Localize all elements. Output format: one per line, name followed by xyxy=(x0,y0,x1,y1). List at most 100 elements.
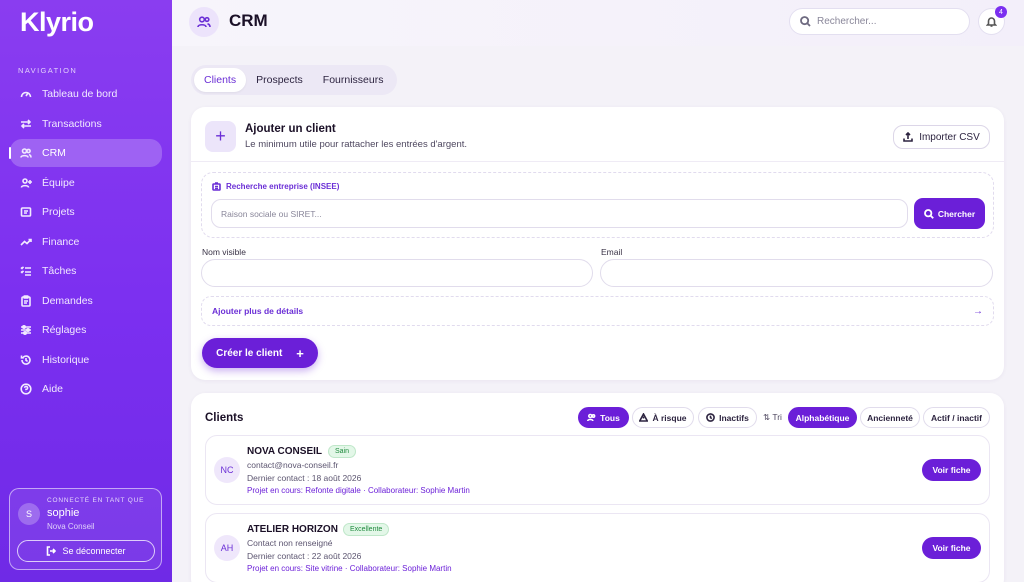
client-last-contact: Dernier contact : 22 août 2026 xyxy=(247,551,362,561)
users-icon xyxy=(20,148,32,158)
user-organization: Nova Conseil xyxy=(47,522,95,531)
search-icon xyxy=(923,208,934,219)
tab-fournisseurs[interactable]: Fournisseurs xyxy=(313,68,394,92)
bell-icon xyxy=(986,17,997,27)
sidebar: Klyrio NAVIGATION Tableau de bord Transa… xyxy=(0,0,172,582)
sidebar-item-tableau-de-bord[interactable]: Tableau de bord xyxy=(10,80,162,108)
crm-tabs: Clients Prospects Fournisseurs xyxy=(191,65,397,95)
client-name: ATELIER HORIZON xyxy=(247,524,338,535)
folder-icon xyxy=(20,207,32,217)
client-last-contact: Dernier contact : 18 août 2026 xyxy=(247,473,362,483)
view-client-button[interactable]: Voir fiche xyxy=(922,537,981,559)
search-input[interactable] xyxy=(817,16,957,27)
filter-at-risk[interactable]: À risque xyxy=(632,407,694,428)
tab-prospects[interactable]: Prospects xyxy=(246,68,313,92)
user-name: sophie xyxy=(47,507,80,519)
create-client-button[interactable]: Créer le client + xyxy=(202,338,318,368)
sidebar-item-label: Demandes xyxy=(42,294,93,307)
sidebar-item-aide[interactable]: Aide xyxy=(10,375,162,403)
history-icon xyxy=(20,354,31,365)
list-item: NC NOVA CONSEIL Sain contact@nova-consei… xyxy=(205,435,990,505)
users-icon xyxy=(197,16,211,28)
filter-inactive[interactable]: Inactifs xyxy=(698,407,757,428)
sort-label: ⇅ Tri xyxy=(763,412,782,423)
client-contact: Contact non renseigné xyxy=(247,538,333,548)
name-field-label: Nom visible xyxy=(202,247,246,257)
sort-label-text: Tri xyxy=(772,412,782,422)
notification-count-badge: 4 xyxy=(995,6,1007,18)
user-card: S CONNECTÉ EN TANT QUE sophie Nova Conse… xyxy=(9,488,162,570)
name-field[interactable] xyxy=(201,259,593,287)
import-csv-button[interactable]: Importer CSV xyxy=(893,125,990,149)
dashboard-icon xyxy=(20,91,32,98)
sidebar-item-reglages[interactable]: Réglages xyxy=(10,316,162,344)
sidebar-item-finance[interactable]: Finance xyxy=(10,228,162,256)
sidebar-item-label: CRM xyxy=(42,147,66,159)
more-details-label: Ajouter plus de détails xyxy=(212,306,304,316)
avatar: S xyxy=(18,503,40,525)
users-icon xyxy=(587,413,596,422)
sidebar-item-label: Équipe xyxy=(42,176,75,189)
clock-icon xyxy=(706,413,716,422)
sidebar-item-demandes[interactable]: Demandes xyxy=(10,287,162,315)
tasks-icon xyxy=(20,266,31,276)
building-icon xyxy=(212,182,221,191)
sort-seniority[interactable]: Ancienneté xyxy=(860,407,920,428)
sidebar-item-label: Finance xyxy=(42,235,80,248)
client-contact: contact@nova-conseil.fr xyxy=(247,460,339,470)
insee-label-text: Recherche entreprise (INSEE) xyxy=(226,182,340,191)
sort-alphabetical[interactable]: Alphabétique xyxy=(788,407,857,428)
avatar: AH xyxy=(214,535,240,561)
global-search[interactable] xyxy=(789,8,970,35)
transactions-icon xyxy=(20,118,32,129)
sidebar-item-equipe[interactable]: Équipe xyxy=(10,169,162,197)
settings-icon xyxy=(21,324,31,336)
nav-section-title: NAVIGATION xyxy=(18,66,78,75)
sidebar-item-historique[interactable]: Historique xyxy=(10,346,162,374)
client-project: Projet en cours: Refonte digitale · Coll… xyxy=(247,486,470,495)
create-client-label: Créer le client xyxy=(216,347,283,359)
sort-active-inactive[interactable]: Actif / inactif xyxy=(923,407,990,428)
filter-all[interactable]: Tous xyxy=(578,407,629,428)
status-badge: Sain xyxy=(328,445,357,458)
add-client-subtitle: Le minimum utile pour rattacher les entr… xyxy=(245,139,468,150)
page-title: CRM xyxy=(229,11,268,30)
search-icon xyxy=(800,16,811,27)
sidebar-item-label: Réglages xyxy=(42,324,87,336)
company-search-label: Chercher xyxy=(937,208,976,219)
app-logo: Klyrio xyxy=(20,7,94,37)
filter-all-label: Tous xyxy=(600,412,620,423)
list-item: AH ATELIER HORIZON Excellente Contact no… xyxy=(205,513,990,582)
clients-list-title: Clients xyxy=(205,412,244,424)
clients-list-card: Clients Tous À risque Inactifs ⇅ Tri Alp… xyxy=(191,393,1004,582)
import-csv-label: Importer CSV xyxy=(919,131,980,143)
tab-clients[interactable]: Clients xyxy=(194,68,247,92)
sidebar-nav: Tableau de bord Transactions CRM Équipe … xyxy=(9,80,162,405)
plus-icon: + xyxy=(296,345,304,361)
logout-button[interactable]: Se déconnecter xyxy=(17,540,155,562)
status-badge: Excellente xyxy=(343,523,390,536)
arrow-right-icon: → xyxy=(973,306,983,317)
notifications-button[interactable]: 4 xyxy=(978,6,1007,35)
email-field[interactable] xyxy=(600,259,993,287)
insee-search-panel: Recherche entreprise (INSEE) Chercher xyxy=(201,172,994,238)
add-client-card: + Ajouter un client Le minimum utile pou… xyxy=(191,107,1004,380)
help-icon xyxy=(20,383,32,395)
email-field-label: Email xyxy=(601,247,623,257)
logout-icon xyxy=(47,546,57,556)
user-caption: CONNECTÉ EN TANT QUE xyxy=(47,497,145,504)
sidebar-item-crm[interactable]: CRM xyxy=(9,139,162,167)
company-search-button[interactable]: Chercher xyxy=(914,198,985,229)
user-plus-icon xyxy=(20,177,32,188)
warning-icon xyxy=(639,413,649,422)
more-details-toggle[interactable]: Ajouter plus de détails → xyxy=(201,296,994,326)
insee-label: Recherche entreprise (INSEE) xyxy=(212,182,339,191)
sidebar-item-label: Tâches xyxy=(42,265,77,277)
company-search-input[interactable] xyxy=(211,199,908,228)
sidebar-item-projets[interactable]: Projets xyxy=(10,198,162,226)
sidebar-item-taches[interactable]: Tâches xyxy=(10,257,162,285)
logout-label: Se déconnecter xyxy=(62,546,126,556)
sidebar-item-transactions[interactable]: Transactions xyxy=(10,110,162,138)
sidebar-item-label: Projets xyxy=(42,206,75,218)
view-client-button[interactable]: Voir fiche xyxy=(922,459,981,481)
